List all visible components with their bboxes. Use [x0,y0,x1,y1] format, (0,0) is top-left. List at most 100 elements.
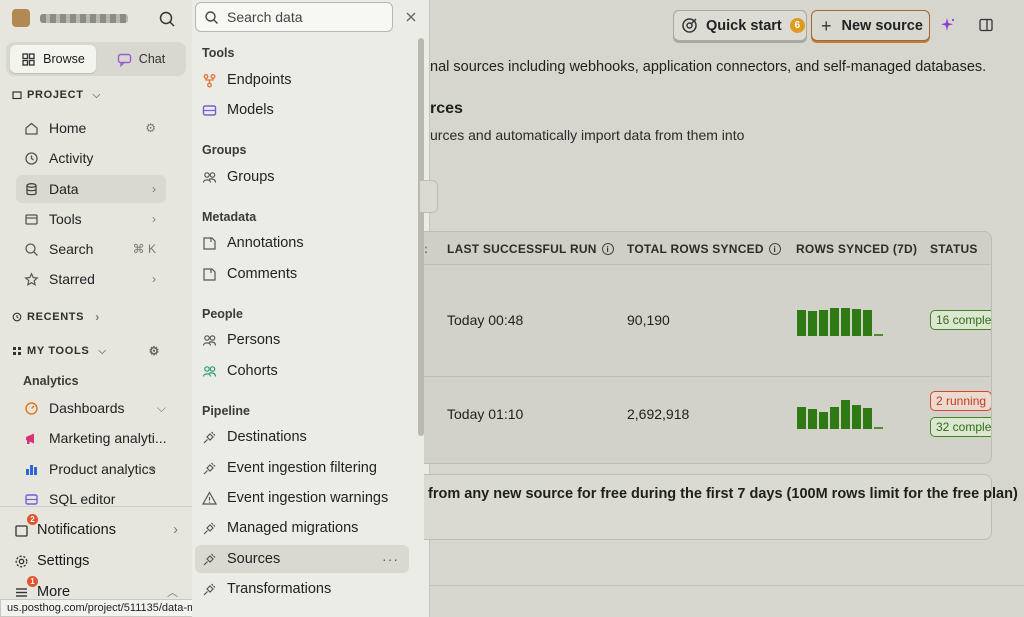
project-section-label: PROJECT [27,89,84,101]
gear-icon [15,555,28,567]
recents-section-header[interactable]: RECENTS › [12,310,100,324]
status-badge[interactable]: 2 running [930,391,991,411]
close-icon[interactable] [404,10,418,24]
panel-item-label: Endpoints [227,72,292,88]
section-description: urces and automatically import data from… [430,127,745,143]
sparkline-bar [808,409,817,429]
sidebar-item-label: Tools [49,211,82,227]
product-analytics-icon [26,464,37,475]
status-badge[interactable]: 16 complete [930,310,991,330]
gear-icon[interactable]: ⚙ [145,121,156,135]
panel-item-managed-migrations[interactable]: Managed migrations [195,514,409,542]
sidebar-item-tools[interactable]: Tools › [16,205,166,233]
group-heading-groups: Groups [202,143,247,157]
column-label: ROWS SYNCED (7D) [796,242,918,256]
panel-item-event-ingestion-filtering[interactable]: Event ingestion filtering [195,454,409,482]
panel-item-annotations[interactable]: Annotations [195,229,409,257]
search-icon[interactable] [158,10,176,28]
panel-item-transformations[interactable]: Transformations [195,575,409,603]
org-logo[interactable] [12,9,30,27]
info-icon[interactable]: i [601,243,614,255]
panel-item-label: Persons [227,332,281,348]
free-trial-notice: from any new source for free during the … [424,474,1018,540]
total-rows-cell: 90,190 [627,312,670,328]
more-options-icon[interactable]: ··· [382,551,399,567]
people-icon [202,171,217,183]
column-header-total-rows[interactable]: TOTAL ROWS SYNCED i [627,242,781,256]
panel-item-label: Cohorts [227,363,278,379]
panel-item-models[interactable]: Models [195,96,409,124]
sparkline-bar [819,310,828,336]
tab-browse[interactable]: Browse [10,45,96,73]
search-data-input[interactable] [227,9,377,25]
plug-icon [203,583,216,595]
sidebar-item-label: Starred [49,271,95,287]
group-heading-metadata: Metadata [202,210,257,224]
sparkline-bar [863,310,872,336]
plug-icon [203,522,216,534]
plus-icon: + [821,15,832,36]
sparkline-bar [797,407,806,429]
panel-item-destinations[interactable]: Destinations [195,423,409,451]
side-panel-icon[interactable] [979,18,993,32]
panel-item-endpoints[interactable]: Endpoints [195,66,409,94]
models-icon [202,104,217,116]
sparkline-bar [830,407,839,429]
plug-icon [203,462,216,474]
panel-item-label: Annotations [227,235,304,251]
column-header-status[interactable]: STATUS [930,242,978,256]
panel-item-label: Managed migrations [227,520,359,536]
sidebar-item-activity[interactable]: Activity [16,144,166,172]
rows-synced-sparkline[interactable] [797,306,883,336]
sidebar-item-starred[interactable]: Starred › [16,265,166,293]
column-header-last-run[interactable]: LAST SUCCESSFUL RUN i [447,242,614,256]
status-badge[interactable]: 32 complet [930,417,991,437]
gear-icon[interactable]: ⚙ [149,344,160,358]
quick-start-button[interactable]: Quick start 6 [673,10,807,41]
notifications-button[interactable]: 2 Notifications › [14,514,178,538]
chevron-down-icon[interactable]: ⌵ [157,401,166,416]
tab-chat[interactable]: Chat [98,45,184,73]
sql-editor-icon [25,493,38,505]
mytools-section-header[interactable]: MY TOOLS ⌵ ⚙ [12,344,160,358]
project-section-header[interactable]: PROJECT ⌵ [12,89,101,101]
quick-start-count: 6 [789,18,805,33]
sparkle-icon[interactable] [940,17,956,33]
panel-search [195,2,393,32]
sidebar-item-search[interactable]: Search ⌘ K [16,235,166,263]
add-icon[interactable]: + [149,462,156,476]
column-header-rows-7d[interactable]: ROWS SYNCED (7D) [796,242,917,256]
sidebar-item-home[interactable]: Home ⚙ [16,114,166,142]
sidebar-item-product-analytics[interactable]: Product analytics + [16,455,166,483]
panel-item-cohorts[interactable]: Cohorts [195,357,409,385]
chevron-up-icon: ︿ [167,587,178,599]
new-source-button[interactable]: + New source [811,10,930,41]
mytools-section-label: MY TOOLS [27,345,90,357]
panel-item-comments[interactable]: Comments [195,260,409,288]
org-name-blurred[interactable] [40,14,128,23]
comment-icon [203,267,216,281]
info-icon[interactable]: i [768,243,781,255]
sidebar-item-label: Marketing analyti... [49,430,167,446]
sidebar-item-marketing-analytics[interactable]: Marketing analyti... [16,424,186,452]
more-button[interactable]: 1 More ︿ [14,576,178,600]
table-row[interactable]: Today 00:48 90,190 16 complete [424,265,991,377]
search-box-edge[interactable] [420,180,438,213]
panel-item-persons[interactable]: Persons [195,326,409,354]
settings-button[interactable]: Settings [14,553,89,569]
sidebar-item-data[interactable]: Data › [16,175,166,203]
chevron-right-icon: › [152,212,156,226]
left-navigation: Browse Chat PROJECT ⌵ Home ⚙ Activity Da… [0,0,192,617]
more-badge: 1 [27,576,38,587]
sidebar-item-label: Data [49,181,79,197]
sidebar-item-dashboards[interactable]: Dashboards ⌵ [16,394,176,422]
divider [430,585,1024,586]
table-row[interactable]: Today 01:10 2,692,918 2 running 32 compl… [424,377,991,463]
star-icon [24,271,39,286]
panel-item-groups[interactable]: Groups [195,163,409,191]
sparkline-bar [841,308,850,336]
panel-item-label: Event ingestion warnings [227,490,389,506]
panel-item-event-ingestion-warnings[interactable]: Event ingestion warnings [195,484,409,512]
panel-item-sources[interactable]: Sources ··· [195,545,409,573]
rows-synced-sparkline[interactable] [797,399,883,429]
